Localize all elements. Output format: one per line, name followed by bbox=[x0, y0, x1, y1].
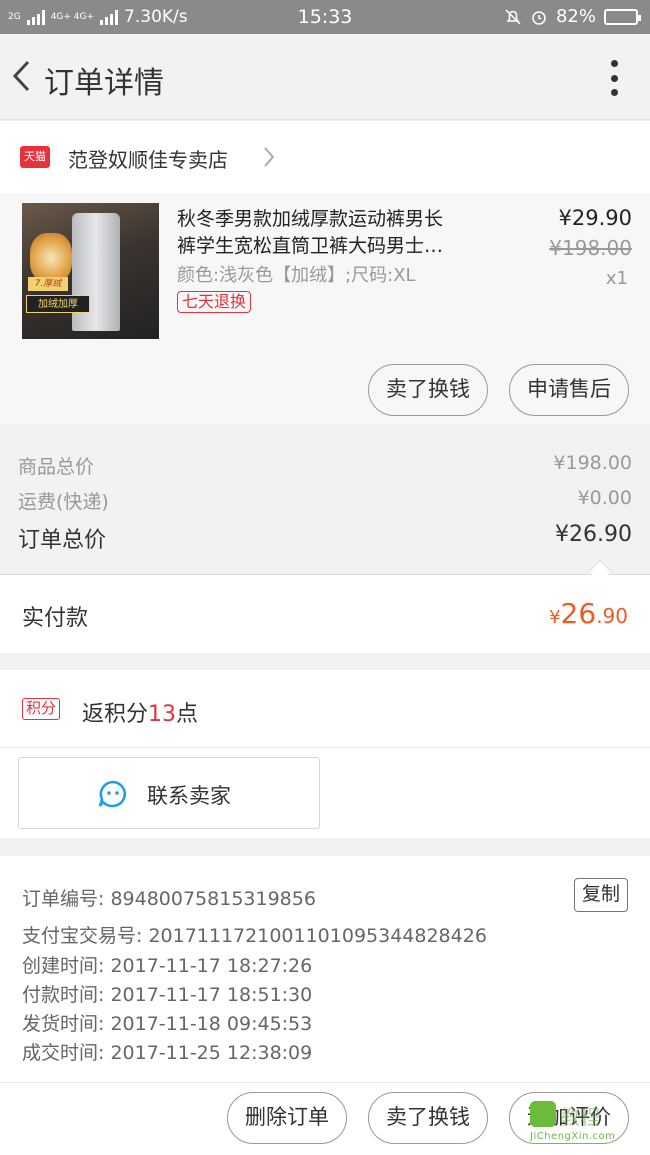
points-tag: 积分 bbox=[22, 698, 61, 720]
seven-day-return-tag: 七天退换 bbox=[177, 291, 252, 313]
sell-for-cash-button[interactable]: 卖了换钱 bbox=[368, 364, 488, 416]
points-suffix: 点 bbox=[176, 702, 199, 727]
shipping-value: ¥0.00 bbox=[577, 487, 632, 509]
back-arrow-icon[interactable] bbox=[8, 56, 38, 96]
created-time: 创建时间: 2017-11-17 18:27:26 bbox=[22, 955, 313, 977]
product-title-line1: 秋冬季男款加绒厚款运动裤男长 bbox=[177, 208, 444, 230]
navigation-bar: 订单详情 bbox=[0, 34, 650, 120]
shipped-time: 发货时间: 2017-11-18 09:45:53 bbox=[22, 1013, 313, 1035]
copy-button[interactable]: 复制 bbox=[574, 878, 628, 912]
shop-name: 范登奴顺佳专卖店 bbox=[68, 148, 228, 172]
bottom-action-bar: 删除订单 卖了换钱 追加评价 教程 JiChengXin.com bbox=[0, 1082, 650, 1155]
amount-paid-row: 实付款 ¥26.90 bbox=[0, 575, 650, 653]
shop-row[interactable]: 天猫 范登奴顺佳专卖店 bbox=[0, 121, 650, 193]
order-info: 订单编号: 89480075815319856 复制 支付宝交易号: 20171… bbox=[0, 856, 650, 1082]
thumb-badge-top: 7.厚绒 bbox=[28, 277, 68, 291]
product-quantity: x1 bbox=[605, 268, 628, 289]
goods-total-row: 商品总价 ¥198.00 bbox=[18, 452, 632, 479]
page-title: 订单详情 bbox=[44, 66, 164, 101]
amount-paid-decimal: .90 bbox=[596, 604, 628, 628]
status-bar: 2G 4G+ 4G+ 7.30K/s 15:33 82% bbox=[0, 0, 650, 34]
sell-for-cash-bottom-button[interactable]: 卖了换钱 bbox=[368, 1092, 488, 1144]
goods-total-label: 商品总价 bbox=[18, 456, 95, 478]
product-title[interactable]: 秋冬季男款加绒厚款运动裤男长 裤学生宽松直筒卫裤大码男士… bbox=[177, 206, 497, 260]
order-total-row: 订单总价 ¥26.90 bbox=[18, 522, 632, 554]
amount-paid-integer: 26 bbox=[560, 597, 597, 630]
watermark-text: 教程 bbox=[560, 1105, 600, 1129]
order-item[interactable]: 7.厚绒 加绒加厚 秋冬季男款加绒厚款运动裤男长 裤学生宽松直筒卫裤大码男士… … bbox=[0, 193, 650, 425]
after-sale-button[interactable]: 申请售后 bbox=[509, 364, 629, 416]
price-summary: 商品总价 ¥198.00 运费(快递) ¥0.00 订单总价 ¥26.90 bbox=[0, 425, 650, 575]
points-number: 13 bbox=[148, 702, 177, 727]
battery-icon bbox=[604, 8, 641, 25]
currency-symbol: ¥ bbox=[549, 607, 561, 628]
product-sku: 颜色:浅灰色【加绒】;尺码:XL bbox=[177, 265, 416, 286]
order-total-value: ¥26.90 bbox=[555, 522, 632, 547]
product-thumbnail[interactable]: 7.厚绒 加绒加厚 bbox=[22, 203, 159, 339]
shipping-label: 运费(快递) bbox=[18, 491, 109, 513]
contact-seller-button[interactable]: 联系卖家 bbox=[18, 757, 320, 829]
amount-paid-label: 实付款 bbox=[22, 606, 89, 631]
points-prefix: 返积分 bbox=[82, 702, 149, 727]
product-title-line2: 裤学生宽松直筒卫裤大码男士… bbox=[177, 235, 444, 257]
product-image-fleece bbox=[30, 233, 72, 283]
chevron-right-icon bbox=[264, 147, 275, 167]
points-text: 返积分13点 bbox=[82, 696, 198, 728]
watermark-url: JiChengXin.com bbox=[530, 1131, 616, 1142]
product-price: ¥29.90 bbox=[558, 206, 632, 230]
more-menu-icon[interactable] bbox=[608, 60, 620, 96]
status-right: 82% bbox=[504, 6, 641, 27]
order-number: 订单编号: 89480075815319856 bbox=[22, 888, 316, 910]
product-original-price: ¥198.00 bbox=[549, 236, 632, 260]
chat-bubble-icon bbox=[98, 780, 127, 808]
alarm-clock-icon bbox=[532, 10, 546, 25]
paid-time: 付款时间: 2017-11-17 18:51:30 bbox=[22, 984, 313, 1006]
watermark-logo-icon bbox=[530, 1101, 556, 1127]
contact-seller-label: 联系卖家 bbox=[147, 784, 231, 808]
thumb-badge: 加绒加厚 bbox=[26, 295, 90, 313]
contact-section: 联系卖家 bbox=[0, 748, 650, 838]
site-watermark: 教程 JiChengXin.com bbox=[528, 1099, 646, 1151]
completed-time: 成交时间: 2017-11-25 12:38:09 bbox=[22, 1042, 313, 1064]
amount-paid-value: ¥26.90 bbox=[549, 597, 628, 630]
goods-total-value: ¥198.00 bbox=[553, 452, 632, 474]
shipping-row: 运费(快递) ¥0.00 bbox=[18, 487, 632, 514]
mute-bell-icon bbox=[505, 8, 521, 25]
alipay-transaction-number: 支付宝交易号: 2017111721001101095344828426 bbox=[22, 925, 487, 947]
delete-order-button[interactable]: 删除订单 bbox=[227, 1092, 347, 1144]
product-image-pants bbox=[72, 213, 120, 331]
reward-points-row: 积分 返积分13点 bbox=[0, 670, 650, 748]
order-total-label: 订单总价 bbox=[18, 528, 107, 553]
battery-percent: 82% bbox=[555, 6, 596, 27]
tmall-icon: 天猫 bbox=[20, 146, 50, 168]
